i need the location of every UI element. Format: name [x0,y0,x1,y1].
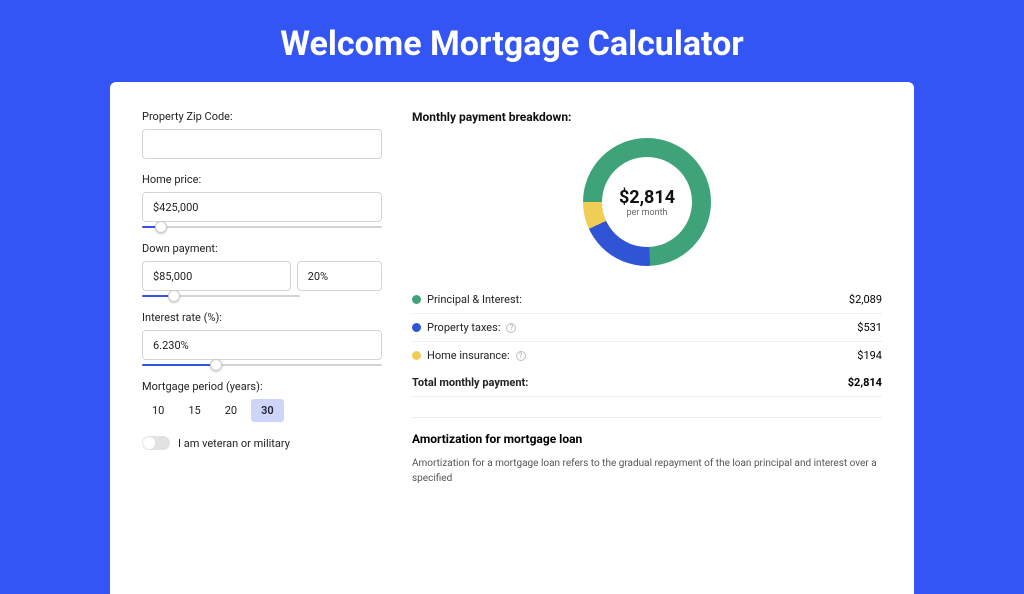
zip-group: Property Zip Code: [142,110,382,159]
rate-slider[interactable] [142,364,382,366]
rate-input[interactable] [142,330,382,360]
donut-center: $2,814 per month [602,157,692,247]
rate-group: Interest rate (%): [142,311,382,366]
period-group: Mortgage period (years): 10152030 [142,380,382,422]
amortization-section: Amortization for mortgage loan Amortizat… [412,417,882,486]
amortization-title: Amortization for mortgage loan [412,432,882,446]
total-amount: $2,814 [848,376,882,389]
legend-amount: $2,089 [849,293,882,306]
zip-label: Property Zip Code: [142,110,382,123]
down-payment-pct-input[interactable] [297,261,382,291]
period-button-row: 10152030 [142,399,382,422]
inputs-panel: Property Zip Code: Home price: Down paym… [142,110,382,594]
period-button-30[interactable]: 30 [251,399,284,422]
veteran-toggle[interactable] [142,436,170,450]
info-icon[interactable]: ? [516,351,526,361]
legend-amount: $194 [857,349,882,362]
info-icon[interactable]: ? [506,323,516,333]
period-button-10[interactable]: 10 [142,399,174,422]
donut-value: $2,814 [619,187,675,208]
rate-label: Interest rate (%): [142,311,382,324]
legend-dot [412,323,421,332]
down-payment-label: Down payment: [142,242,382,255]
legend-label: Principal & Interest: [427,293,522,306]
home-price-slider[interactable] [142,226,382,228]
legend-label: Home insurance: [427,349,510,362]
calculator-card: Property Zip Code: Home price: Down paym… [110,82,914,594]
page-title: Welcome Mortgage Calculator [0,0,1024,82]
breakdown-title: Monthly payment breakdown: [412,110,882,124]
amortization-body: Amortization for a mortgage loan refers … [412,456,882,486]
donut-chart-wrap: $2,814 per month [412,138,882,266]
slider-knob[interactable] [155,221,167,233]
legend-amount: $531 [857,321,882,334]
breakdown-row: Principal & Interest: $2,089 [412,286,882,314]
slider-fill [142,364,216,366]
home-price-label: Home price: [142,173,382,186]
zip-input[interactable] [142,129,382,159]
breakdown-total-row: Total monthly payment: $2,814 [412,369,882,397]
results-panel: Monthly payment breakdown: $2,814 per mo… [412,110,882,594]
period-button-20[interactable]: 20 [215,399,247,422]
down-payment-slider[interactable] [142,295,300,297]
total-label: Total monthly payment: [412,376,528,389]
breakdown-list: Principal & Interest: $2,089 Property taxe… [412,286,882,369]
legend-label: Property taxes: [427,321,500,334]
breakdown-row: Property taxes:? $531 [412,314,882,342]
period-label: Mortgage period (years): [142,380,382,393]
veteran-label: I am veteran or military [178,437,290,450]
veteran-row: I am veteran or military [142,436,382,450]
breakdown-row: Home insurance:? $194 [412,342,882,369]
slider-knob[interactable] [168,290,180,302]
home-price-group: Home price: [142,173,382,228]
legend-dot [412,295,421,304]
down-payment-group: Down payment: [142,242,382,297]
home-price-input[interactable] [142,192,382,222]
down-payment-input[interactable] [142,261,291,291]
donut-chart: $2,814 per month [583,138,711,266]
legend-dot [412,351,421,360]
period-button-15[interactable]: 15 [178,399,210,422]
donut-sub: per month [626,208,667,218]
slider-knob[interactable] [210,359,222,371]
